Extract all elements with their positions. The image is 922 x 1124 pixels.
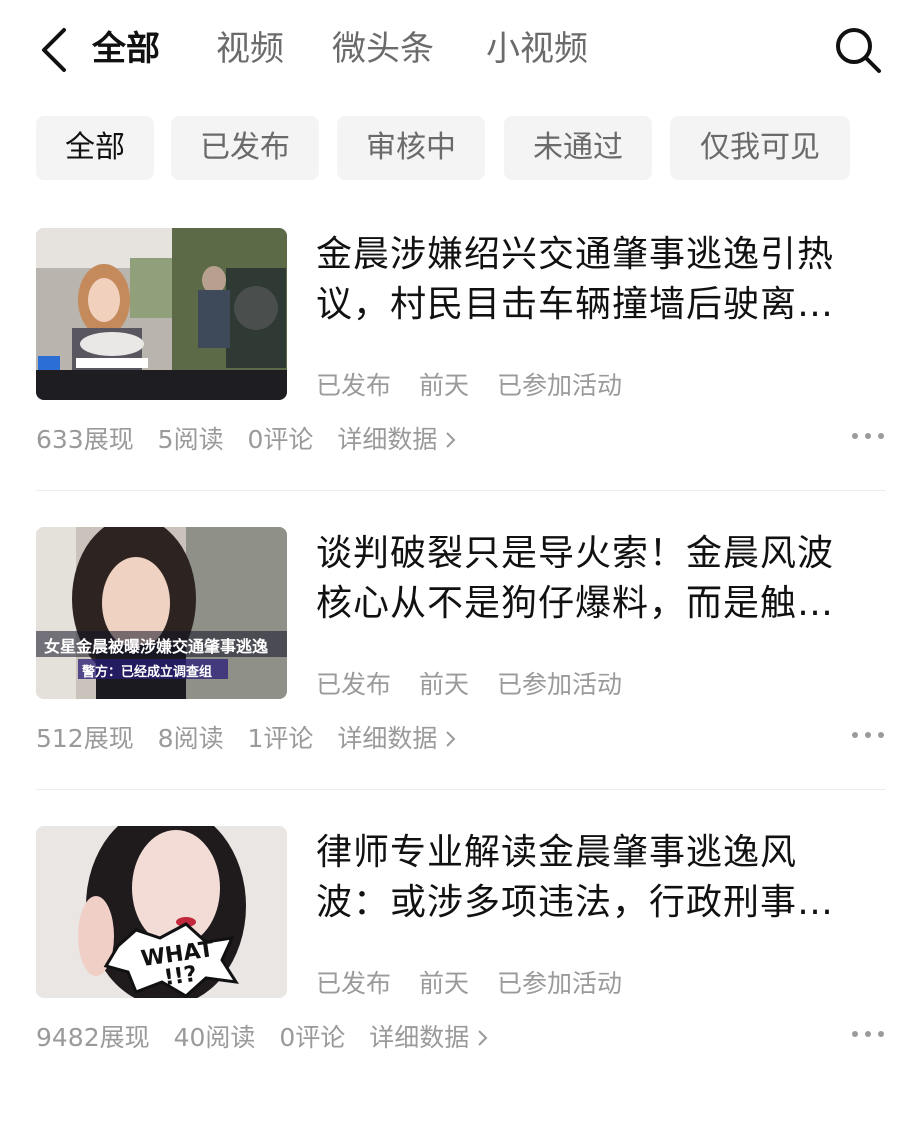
article-title-line: 波：或涉多项违法，行政刑事… xyxy=(316,882,835,923)
article-item[interactable]: 金晨涉嫌绍兴交通肇事逃逸引热 议，村民目击车辆撞墙后驶离… 已发布 前天 已参加… xyxy=(0,228,922,526)
article-title[interactable]: 律师专业解读金晨肇事逃逸风 波：或涉多项违法，行政刑事… xyxy=(316,828,876,928)
article-title[interactable]: 谈判破裂只是导火索！金晨风波 核心从不是狗仔爆料，而是触… xyxy=(316,529,876,629)
tab-all[interactable]: 全部 xyxy=(92,26,160,72)
status-label: 已发布 xyxy=(316,670,392,699)
thumbnail-caption: 警方：已经成立调查组 xyxy=(82,665,213,680)
filter-private[interactable]: 仅我可见 xyxy=(670,116,850,180)
detail-data-label: 详细数据 xyxy=(337,425,438,454)
article-thumbnail[interactable]: WHAT !!? xyxy=(36,826,287,998)
filter-rejected[interactable]: 未通过 xyxy=(504,116,652,180)
detail-data-label: 详细数据 xyxy=(337,724,438,753)
comments-count: 0评论 xyxy=(247,425,314,454)
views-count: 512展现 xyxy=(36,724,134,753)
views-count: 633展现 xyxy=(36,425,134,454)
article-item[interactable]: 女星金晨被曝涉嫌交通肇事逃逸 警方：已经成立调查组 谈判破裂只是导火索！金晨风波… xyxy=(0,527,922,825)
article-title-line: 议，村民目击车辆撞墙后驶离… xyxy=(316,284,835,325)
reads-count: 40阅读 xyxy=(173,1023,256,1052)
comments-count: 1评论 xyxy=(247,724,314,753)
detail-data-link[interactable]: 详细数据 xyxy=(337,724,457,753)
article-stats: 633展现 5阅读 0评论 详细数据 xyxy=(36,420,473,456)
chevron-right-icon xyxy=(478,1030,488,1046)
filter-all[interactable]: 全部 xyxy=(36,116,154,180)
article-title-line: 律师专业解读金晨肇事逃逸风 xyxy=(316,832,798,873)
views-count: 9482展现 xyxy=(36,1023,150,1052)
more-dots-icon[interactable] xyxy=(850,431,886,441)
thumbnail-caption: 女星金晨被曝涉嫌交通肇事逃逸 xyxy=(44,637,269,656)
article-title-line: 核心从不是狗仔爆料，而是触… xyxy=(316,583,835,624)
article-stats: 512展现 8阅读 1评论 详细数据 xyxy=(36,719,473,755)
tab-short-video[interactable]: 小视频 xyxy=(486,26,588,72)
time-label: 前天 xyxy=(418,670,469,699)
detail-data-link[interactable]: 详细数据 xyxy=(369,1023,489,1052)
thumbnail-image xyxy=(36,228,287,400)
status-label: 已发布 xyxy=(316,371,392,400)
article-meta: 已发布 前天 已参加活动 xyxy=(316,964,642,1000)
article-item[interactable]: WHAT !!? 律师专业解读金晨肇事逃逸风 波：或涉多项违法，行政刑事… 已发… xyxy=(0,826,922,1124)
divider xyxy=(36,789,886,790)
filter-reviewing[interactable]: 审核中 xyxy=(337,116,485,180)
detail-data-link[interactable]: 详细数据 xyxy=(337,425,457,454)
time-label: 前天 xyxy=(418,969,469,998)
activity-label: 已参加活动 xyxy=(496,371,622,400)
search-icon[interactable] xyxy=(832,24,884,76)
article-title-line: 谈判破裂只是导火索！金晨风波 xyxy=(316,533,835,574)
divider xyxy=(36,490,886,491)
reads-count: 8阅读 xyxy=(157,724,224,753)
chevron-left-icon[interactable] xyxy=(34,24,78,76)
article-stats: 9482展现 40阅读 0评论 详细数据 xyxy=(36,1018,505,1054)
tab-video[interactable]: 视频 xyxy=(216,26,284,72)
article-meta: 已发布 前天 已参加活动 xyxy=(316,665,642,701)
detail-data-label: 详细数据 xyxy=(369,1023,470,1052)
top-nav: 全部 视频 微头条 小视频 xyxy=(0,0,922,100)
reads-count: 5阅读 xyxy=(157,425,224,454)
article-title-line: 金晨涉嫌绍兴交通肇事逃逸引热 xyxy=(316,234,835,275)
article-thumbnail[interactable]: 女星金晨被曝涉嫌交通肇事逃逸 警方：已经成立调查组 xyxy=(36,527,287,699)
more-dots-icon[interactable] xyxy=(850,1029,886,1039)
status-label: 已发布 xyxy=(316,969,392,998)
article-meta: 已发布 前天 已参加活动 xyxy=(316,366,642,402)
activity-label: 已参加活动 xyxy=(496,670,622,699)
tab-micro-headline[interactable]: 微头条 xyxy=(332,26,434,72)
activity-label: 已参加活动 xyxy=(496,969,622,998)
filter-published[interactable]: 已发布 xyxy=(171,116,319,180)
time-label: 前天 xyxy=(418,371,469,400)
chevron-right-icon xyxy=(446,432,456,448)
article-title[interactable]: 金晨涉嫌绍兴交通肇事逃逸引热 议，村民目击车辆撞墙后驶离… xyxy=(316,230,876,330)
chevron-right-icon xyxy=(446,731,456,747)
comments-count: 0评论 xyxy=(279,1023,346,1052)
article-thumbnail[interactable] xyxy=(36,228,287,400)
more-dots-icon[interactable] xyxy=(850,730,886,740)
